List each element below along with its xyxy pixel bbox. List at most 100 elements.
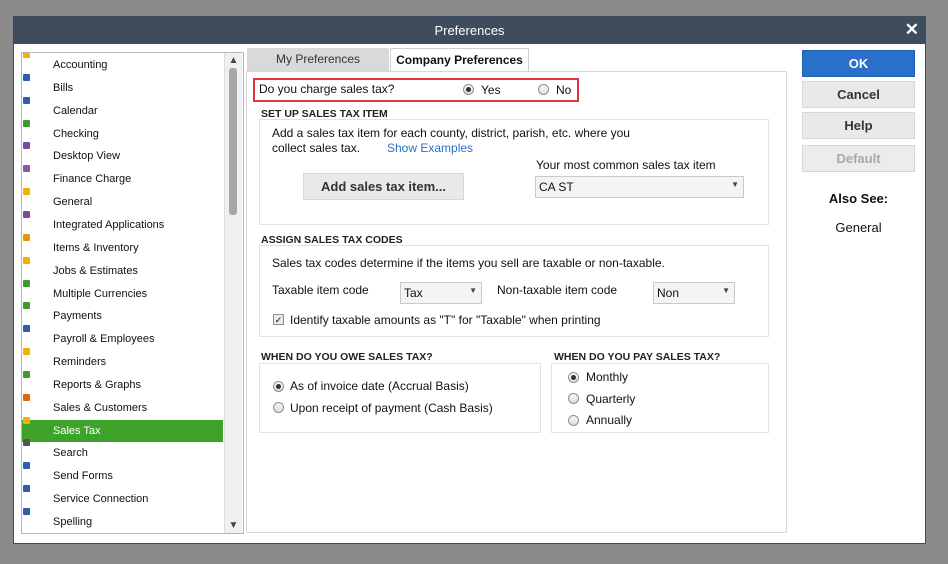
sidebar-item-label: Accounting (53, 59, 108, 71)
title-bar: Preferences ✕ (14, 17, 925, 44)
owe-heading: WHEN DO YOU OWE SALES TAX? (261, 351, 433, 363)
window-title: Preferences (434, 23, 505, 38)
also-see-general-link[interactable]: General (802, 220, 915, 235)
sidebar-item-accounting[interactable]: Accounting (22, 53, 223, 76)
default-button[interactable]: Default (802, 145, 915, 172)
sidebar-item-general[interactable]: General (22, 188, 223, 213)
desktop-view-icon (23, 142, 30, 150)
charge-yes-label[interactable]: Yes (481, 83, 501, 97)
jobs-estimates-icon (23, 256, 30, 264)
sidebar-item-label: Sales & Customers (53, 401, 148, 414)
sidebar-item-reminders[interactable]: Reminders (22, 348, 223, 373)
setup-line1: Add a sales tax item for each county, di… (272, 126, 630, 140)
sidebar-item-integrated-applications[interactable]: Integrated Applications (22, 210, 223, 236)
add-sales-tax-item-button[interactable]: Add sales tax item... (303, 173, 464, 200)
sales-customers-icon (23, 393, 30, 401)
accounting-icon (23, 53, 30, 58)
tab-my-preferences[interactable]: My Preferences (247, 48, 389, 71)
reports-graphs-icon (23, 370, 30, 378)
sidebar-item-search[interactable]: Search (22, 439, 223, 464)
taxable-code-label: Taxable item code (272, 283, 369, 297)
items-inventory-icon (23, 233, 30, 241)
identify-taxable-checkbox[interactable]: ✓ (273, 314, 284, 325)
send-forms-icon (23, 462, 30, 470)
cancel-button[interactable]: Cancel (802, 81, 915, 108)
taxable-code-select[interactable]: Tax ▼ (400, 282, 482, 304)
taxable-code-value: Tax (404, 286, 423, 300)
sidebar-item-finance-charge[interactable]: Finance Charge (22, 165, 223, 190)
category-scrollbar[interactable]: ▲ ▼ (224, 53, 242, 533)
charge-no-radio[interactable] (538, 84, 549, 95)
sidebar-item-sales-tax[interactable]: Sales Tax (22, 416, 223, 442)
sidebar-item-payments[interactable]: Payments (22, 302, 223, 327)
sidebar-item-label: Integrated Applications (53, 218, 165, 231)
nontaxable-code-value: Non (657, 286, 680, 300)
sidebar-item-label: Jobs & Estimates (53, 264, 138, 277)
sidebar-item-multiple-currencies[interactable]: Multiple Currencies (22, 279, 223, 305)
sidebar-item-label: Payroll & Employees (53, 333, 155, 346)
pay-monthly-radio[interactable] (568, 372, 579, 383)
pay-quarterly-radio[interactable] (568, 393, 579, 404)
owe-accrual-label[interactable]: As of invoice date (Accrual Basis) (290, 379, 469, 393)
sidebar-item-send-forms[interactable]: Send Forms (22, 462, 223, 487)
also-see-heading: Also See: (828, 191, 889, 206)
sidebar-item-label: General (53, 196, 93, 209)
scroll-down-icon[interactable]: ▼ (225, 518, 242, 533)
sidebar-item-label: Search (53, 447, 88, 460)
nontaxable-code-select[interactable]: Non ▼ (653, 282, 735, 304)
sidebar-item-bills[interactable]: Bills (22, 73, 223, 99)
common-tax-item-select[interactable]: CA ST ▼ (535, 176, 744, 198)
spelling-icon (23, 508, 30, 515)
pay-heading: WHEN DO YOU PAY SALES TAX? (554, 351, 721, 363)
ok-button[interactable]: OK (802, 50, 915, 77)
show-examples-link[interactable]: Show Examples (387, 141, 473, 155)
sidebar-item-label: Desktop View (53, 150, 121, 163)
sidebar-item-desktop-view[interactable]: Desktop View (22, 142, 223, 167)
checking-icon (23, 119, 30, 127)
sidebar-item-reports-graphs[interactable]: Reports & Graphs (22, 370, 223, 396)
pay-annually-label[interactable]: Annually (586, 413, 632, 427)
sidebar-item-payroll-employees[interactable]: Payroll & Employees (22, 325, 223, 350)
sidebar-item-jobs-estimates[interactable]: Jobs & Estimates (22, 256, 223, 282)
category-list: Accounting Bills Calendar Checking Desktop V… (21, 52, 244, 534)
sidebar-item-label: Spelling (53, 516, 93, 528)
sidebar-item-label: Reports & Graphs (53, 378, 142, 391)
sidebar-item-items-inventory[interactable]: Items & Inventory (22, 233, 223, 259)
sidebar-item-label: Finance Charge (53, 173, 132, 186)
owe-cash-radio[interactable] (273, 402, 284, 413)
charge-no-label[interactable]: No (556, 83, 571, 97)
owe-accrual-radio[interactable] (273, 381, 284, 392)
integrated-applications-icon (23, 210, 30, 218)
sidebar-item-label: Service Connection (53, 493, 149, 506)
pay-group (551, 363, 769, 433)
codes-description: Sales tax codes determine if the items y… (272, 256, 665, 270)
pay-annually-radio[interactable] (568, 415, 579, 426)
sidebar-item-service-connection[interactable]: Service Connection (22, 485, 223, 510)
common-tax-item-label: Your most common sales tax item (536, 158, 716, 172)
close-icon[interactable]: ✕ (905, 20, 919, 40)
pay-monthly-label[interactable]: Monthly (586, 370, 628, 384)
common-tax-item-value: CA ST (539, 180, 574, 194)
sidebar-item-label: Checking (53, 127, 99, 140)
identify-taxable-label[interactable]: Identify taxable amounts as "T" for "Tax… (290, 313, 601, 327)
scroll-up-icon[interactable]: ▲ (225, 53, 242, 68)
calendar-icon (23, 96, 30, 104)
sidebar-item-calendar[interactable]: Calendar (22, 96, 223, 122)
sidebar-item-checking[interactable]: Checking (22, 119, 223, 145)
finance-charge-icon (23, 165, 30, 173)
pay-quarterly-label[interactable]: Quarterly (586, 392, 635, 406)
sidebar-item-spelling[interactable]: Spelling (22, 508, 223, 533)
owe-cash-label[interactable]: Upon receipt of payment (Cash Basis) (290, 401, 493, 415)
tab-company-preferences[interactable]: Company Preferences (390, 48, 529, 72)
chevron-down-icon: ▼ (731, 180, 739, 189)
owe-group (259, 363, 541, 433)
charge-yes-radio[interactable] (463, 84, 474, 95)
sidebar-item-sales-customers[interactable]: Sales & Customers (22, 393, 223, 419)
charge-question: Do you charge sales tax? (259, 82, 395, 96)
help-button[interactable]: Help (802, 112, 915, 139)
sidebar-item-label: Bills (53, 81, 74, 94)
scroll-thumb[interactable] (229, 68, 237, 215)
sales-tax-icon (23, 416, 30, 424)
sidebar-item-label: Calendar (53, 104, 98, 117)
nontaxable-code-label: Non-taxable item code (497, 283, 618, 297)
